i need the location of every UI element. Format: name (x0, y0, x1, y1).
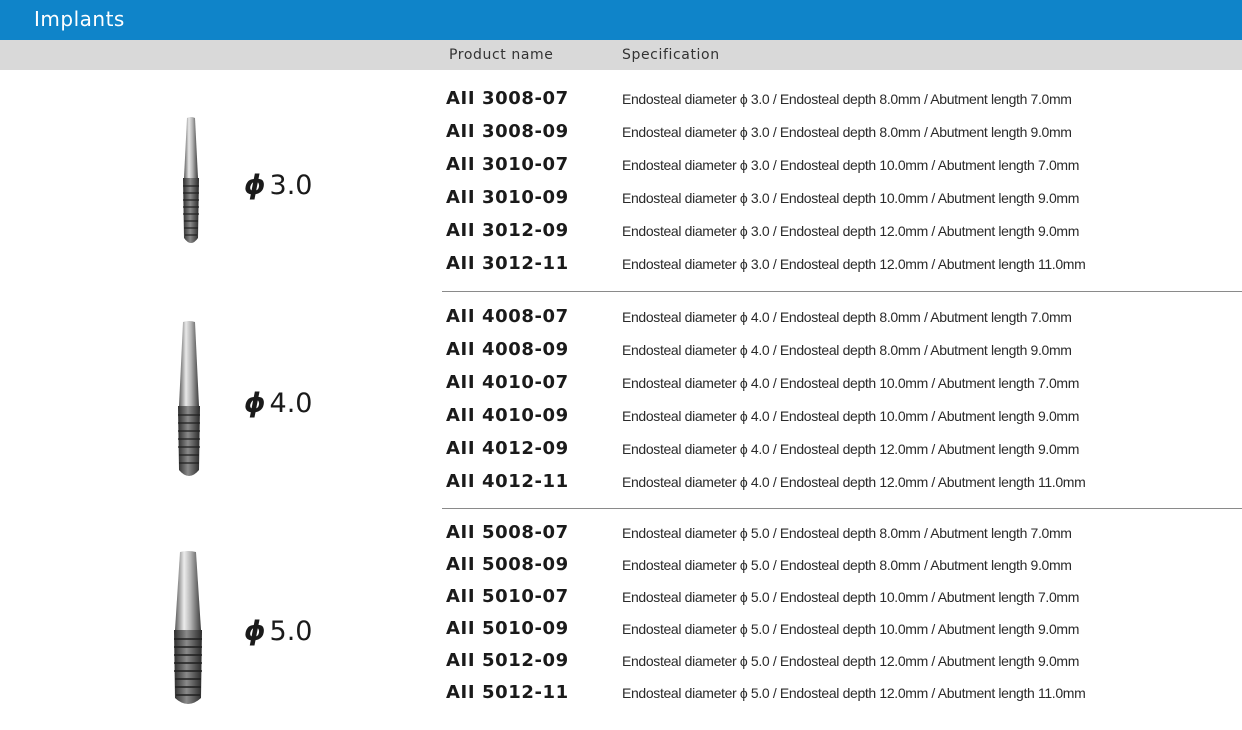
product-name: AII 5010-09 (446, 618, 569, 639)
header-product-name: Product name (449, 47, 554, 63)
product-name: AII 4012-09 (446, 438, 569, 459)
specification: Endosteal diameter ϕ 4.0 / Endosteal dep… (622, 309, 1072, 325)
table-row: AII 3010-07 Endosteal diameter ϕ 3.0 / E… (0, 154, 1242, 185)
specification: Endosteal diameter ϕ 3.0 / Endosteal dep… (622, 91, 1072, 107)
title-bar: Implants (0, 0, 1242, 40)
table-row: AII 3008-09 Endosteal diameter ϕ 3.0 / E… (0, 121, 1242, 152)
product-name: AII 3008-09 (446, 121, 569, 142)
table-row: AII 5008-09 Endosteal diameter ϕ 5.0 / E… (0, 554, 1242, 585)
table-row: AII 3012-09 Endosteal diameter ϕ 3.0 / E… (0, 220, 1242, 251)
specification: Endosteal diameter ϕ 3.0 / Endosteal dep… (622, 256, 1086, 272)
product-name: AII 3008-07 (446, 88, 569, 109)
group-divider (442, 508, 1242, 509)
specification: Endosteal diameter ϕ 3.0 / Endosteal dep… (622, 190, 1080, 206)
specification: Endosteal diameter ϕ 3.0 / Endosteal dep… (622, 124, 1072, 140)
table-row: AII 4010-09 Endosteal diameter ϕ 4.0 / E… (0, 405, 1242, 436)
product-name: AII 4012-11 (446, 471, 569, 492)
specification: Endosteal diameter ϕ 5.0 / Endosteal dep… (622, 557, 1072, 573)
implant-group-4-0: ϕ 4.0 AII 4008-07 Endosteal diameter ϕ 4.… (0, 306, 1242, 514)
product-name: AII 5012-11 (446, 682, 569, 703)
table-row: AII 4008-07 Endosteal diameter ϕ 4.0 / E… (0, 306, 1242, 337)
table-header: Product name Specification (0, 40, 1242, 70)
specification: Endosteal diameter ϕ 5.0 / Endosteal dep… (622, 621, 1080, 637)
specification: Endosteal diameter ϕ 4.0 / Endosteal dep… (622, 342, 1072, 358)
group-divider (442, 291, 1242, 292)
specification: Endosteal diameter ϕ 3.0 / Endosteal dep… (622, 157, 1080, 173)
table-row: AII 5010-09 Endosteal diameter ϕ 5.0 / E… (0, 618, 1242, 649)
product-name: AII 4010-07 (446, 372, 569, 393)
table-row: AII 5012-09 Endosteal diameter ϕ 5.0 / E… (0, 650, 1242, 681)
product-name: AII 4008-07 (446, 306, 569, 327)
table-row: AII 5012-11 Endosteal diameter ϕ 5.0 / E… (0, 682, 1242, 713)
specification: Endosteal diameter ϕ 3.0 / Endosteal dep… (622, 223, 1080, 239)
table-row: AII 4010-07 Endosteal diameter ϕ 4.0 / E… (0, 372, 1242, 403)
specification: Endosteal diameter ϕ 4.0 / Endosteal dep… (622, 474, 1086, 490)
implant-group-3-0: ϕ 3.0 AII 3008-07 Endosteal diameter ϕ 3.… (0, 88, 1242, 296)
specification: Endosteal diameter ϕ 4.0 / Endosteal dep… (622, 441, 1080, 457)
table-row: AII 4012-09 Endosteal diameter ϕ 4.0 / E… (0, 438, 1242, 469)
product-name: AII 4010-09 (446, 405, 569, 426)
product-name: AII 5008-09 (446, 554, 569, 575)
specification: Endosteal diameter ϕ 5.0 / Endosteal dep… (622, 525, 1072, 541)
table-row: AII 4012-11 Endosteal diameter ϕ 4.0 / E… (0, 471, 1242, 502)
table-row: AII 3012-11 Endosteal diameter ϕ 3.0 / E… (0, 253, 1242, 284)
page-title: Implants (34, 7, 125, 31)
specification: Endosteal diameter ϕ 5.0 / Endosteal dep… (622, 589, 1080, 605)
product-name: AII 3010-09 (446, 187, 569, 208)
product-name: AII 3012-11 (446, 253, 569, 274)
specification: Endosteal diameter ϕ 5.0 / Endosteal dep… (622, 653, 1080, 669)
specification: Endosteal diameter ϕ 4.0 / Endosteal dep… (622, 408, 1080, 424)
implant-group-5-0: ϕ 5.0 AII 5008-07 Endosteal diameter ϕ 5.… (0, 522, 1242, 730)
table-row: AII 4008-09 Endosteal diameter ϕ 4.0 / E… (0, 339, 1242, 370)
product-name: AII 5012-09 (446, 650, 569, 671)
table-row: AII 3008-07 Endosteal diameter ϕ 3.0 / E… (0, 88, 1242, 119)
header-specification: Specification (622, 47, 720, 63)
specification: Endosteal diameter ϕ 4.0 / Endosteal dep… (622, 375, 1080, 391)
table-row: AII 5010-07 Endosteal diameter ϕ 5.0 / E… (0, 586, 1242, 617)
product-name: AII 3012-09 (446, 220, 569, 241)
product-name: AII 5010-07 (446, 586, 569, 607)
product-name: AII 3010-07 (446, 154, 569, 175)
specification: Endosteal diameter ϕ 5.0 / Endosteal dep… (622, 685, 1086, 701)
table-row: AII 5008-07 Endosteal diameter ϕ 5.0 / E… (0, 522, 1242, 553)
table-row: AII 3010-09 Endosteal diameter ϕ 3.0 / E… (0, 187, 1242, 218)
product-name: AII 5008-07 (446, 522, 569, 543)
product-name: AII 4008-09 (446, 339, 569, 360)
